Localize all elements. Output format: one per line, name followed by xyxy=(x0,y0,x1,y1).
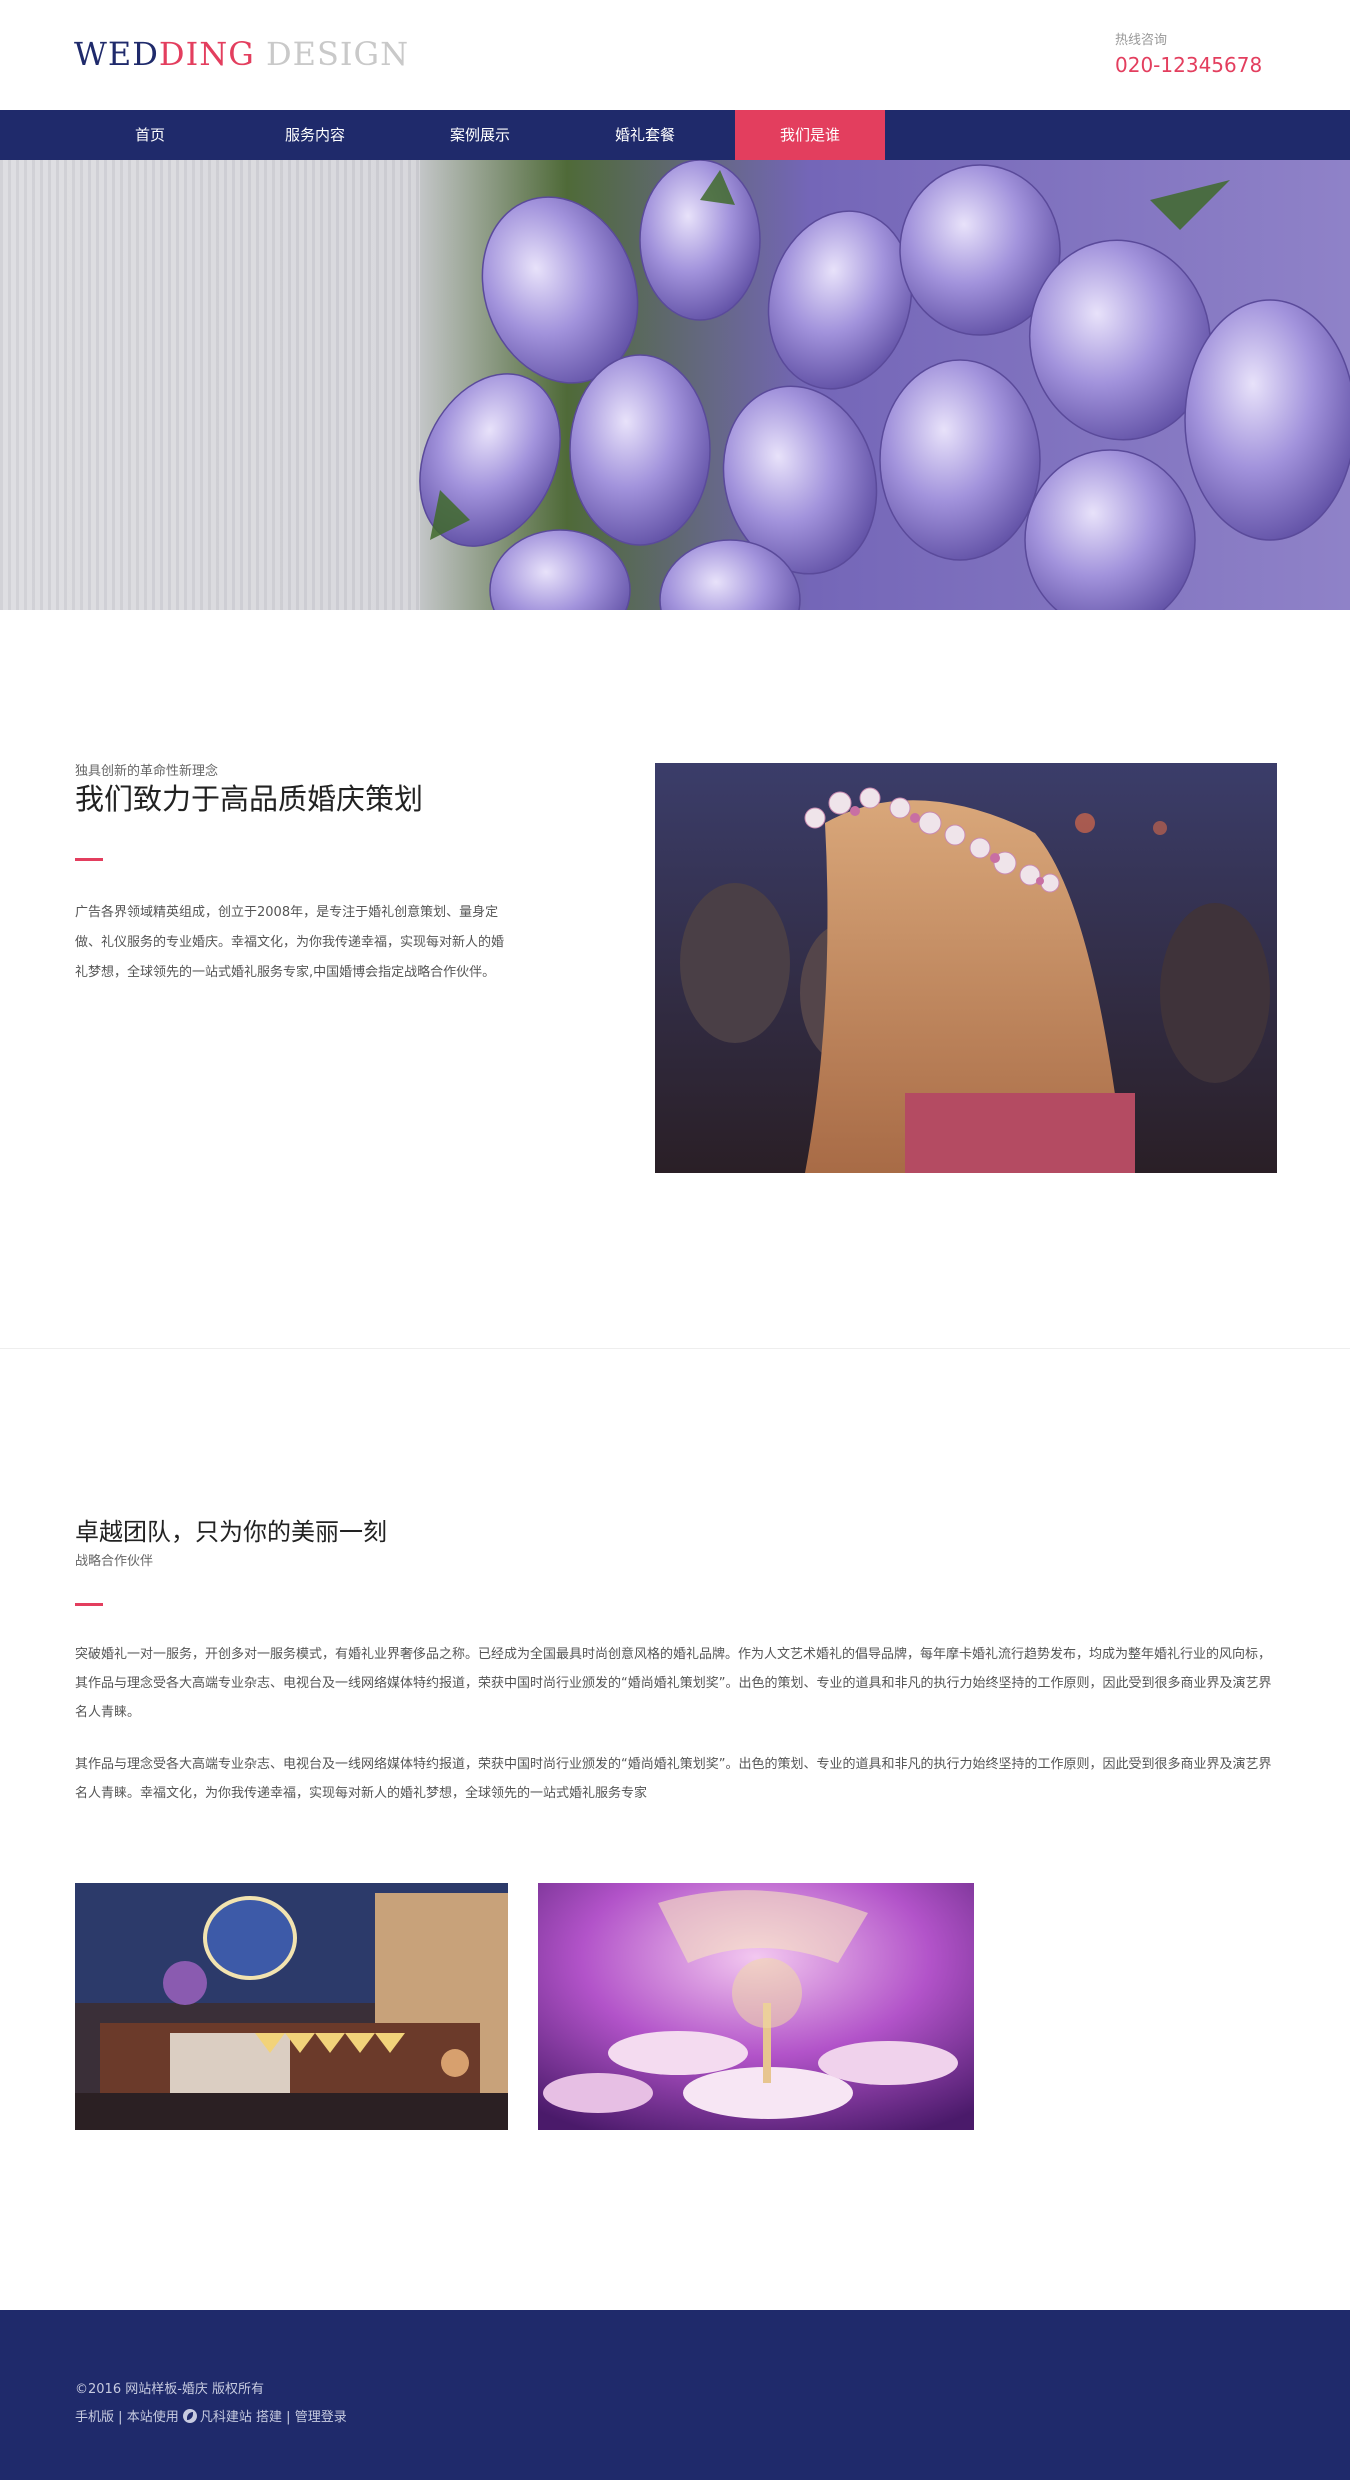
bride-flower-crown-image xyxy=(655,763,1277,1173)
team-accent-line xyxy=(75,1603,103,1606)
team-subtitle: 战略合作伙伴 xyxy=(75,1554,154,1569)
section-divider xyxy=(0,1348,1350,1349)
footer-copyright: ©2016 网站样板-婚庆 版权所有 xyxy=(75,2382,265,2397)
team-photo-1 xyxy=(75,1883,508,2130)
footer-separator: | xyxy=(118,2410,123,2425)
footer-links: 手机版 | 本站使用 凡科建站 搭建 | 管理登录 xyxy=(75,2406,347,2425)
site-logo[interactable]: WEDDING DESIGN xyxy=(74,34,409,74)
site-header: WEDDING DESIGN 热线咨询 020-12345678 xyxy=(0,0,1350,110)
footer-link-fanke[interactable]: 凡科建站 xyxy=(200,2410,252,2425)
fanke-logo-icon xyxy=(182,2409,197,2423)
logo-text-part2: DING xyxy=(158,35,255,73)
logo-text-part3: DESIGN xyxy=(254,35,410,73)
nav-item-about[interactable]: 我们是谁 xyxy=(735,110,885,160)
team-paragraph-2: 其作品与理念受各大高端专业杂志、电视台及一线网络媒体特约报道，荣获中国时尚行业颁… xyxy=(75,1757,1272,1801)
main-nav: 首页 服务内容 案例展示 婚礼套餐 我们是谁 xyxy=(0,110,1350,160)
hero-banner xyxy=(0,160,1350,610)
team-title: 卓越团队，只为你的美丽一刻 xyxy=(75,1518,387,1546)
about-paragraph: 广告各界领域精英组成，创立于2008年，是专注于婚礼创意策划、量身定做、礼仪服务… xyxy=(75,905,505,980)
about-photo xyxy=(655,763,1277,1173)
footer-powered-prefix: 本站使用 xyxy=(126,2410,179,2425)
hotline-number: 020-12345678 xyxy=(1115,53,1263,77)
hotline-label: 热线咨询 xyxy=(1115,33,1168,48)
about-title: 我们致力于高品质婚庆策划 xyxy=(75,782,424,816)
wedding-dessert-table-image xyxy=(75,1883,508,2130)
site-footer: ©2016 网站样板-婚庆 版权所有 手机版 | 本站使用 凡科建站 搭建 | … xyxy=(0,2310,1350,2480)
footer-powered-suffix: 搭建 xyxy=(256,2410,283,2425)
nav-item-home[interactable]: 首页 xyxy=(75,110,225,160)
purple-banquet-hall-image xyxy=(538,1883,974,2130)
footer-link-admin[interactable]: 管理登录 xyxy=(295,2410,347,2425)
team-paragraph-1: 突破婚礼一对一服务，开创多对一服务模式，有婚礼业界奢侈品之称。已经成为全国最具时… xyxy=(75,1647,1272,1720)
hero-image xyxy=(0,160,1350,610)
page: WEDDING DESIGN 热线咨询 020-12345678 首页 服务内容… xyxy=(0,0,1350,2480)
team-photo-2 xyxy=(538,1883,974,2130)
about-subtitle: 独具创新的革命性新理念 xyxy=(75,764,219,779)
footer-link-mobile[interactable]: 手机版 xyxy=(75,2410,114,2425)
about-accent-line xyxy=(75,858,103,861)
nav-item-cases[interactable]: 案例展示 xyxy=(405,110,555,160)
nav-item-packages[interactable]: 婚礼套餐 xyxy=(570,110,720,160)
hotline: 热线咨询 020-12345678 xyxy=(1115,32,1262,78)
footer-separator-2: | xyxy=(286,2410,291,2425)
logo-text-part1: WED xyxy=(74,35,159,73)
nav-item-services[interactable]: 服务内容 xyxy=(240,110,390,160)
